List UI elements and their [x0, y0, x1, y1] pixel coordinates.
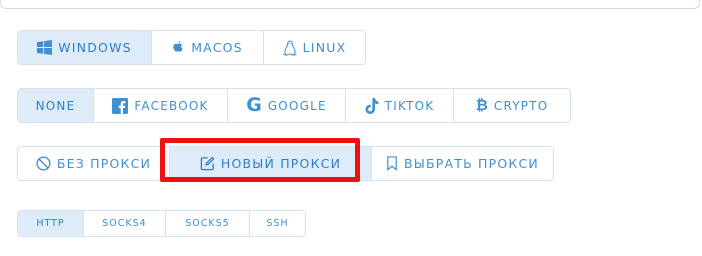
tiktok-icon [365, 97, 379, 114]
bookmark-icon [387, 156, 397, 171]
tab-macos[interactable]: MACOS [152, 31, 264, 64]
tab-no-proxy[interactable]: БЕЗ ПРОКСИ [18, 147, 170, 180]
proxy-selector: БЕЗ ПРОКСИ НОВЫЙ ПРОКСИ ВЫБРАТЬ ПРОКСИ [17, 146, 554, 181]
tab-facebook[interactable]: FACEBOOK [94, 89, 228, 122]
tab-none[interactable]: NONE [18, 89, 94, 122]
tab-new-proxy-label: НОВЫЙ ПРОКСИ [220, 156, 342, 171]
tab-ssh-label: SSH [266, 218, 289, 229]
tab-macos-label: MACOS [191, 40, 243, 55]
no-proxy-icon [36, 156, 51, 171]
tab-crypto[interactable]: ₿ CRYPTO [454, 89, 570, 122]
tab-crypto-label: CRYPTO [493, 98, 549, 113]
protocol-selector: HTTP SOCKS4 SOCKS5 SSH [17, 210, 306, 237]
tab-tiktok-label: TIKTOK [384, 98, 435, 113]
linux-icon [282, 40, 297, 56]
tab-tiktok[interactable]: TIKTOK [346, 89, 454, 122]
google-icon: G [246, 94, 262, 116]
facebook-icon [112, 97, 129, 114]
apple-icon [173, 41, 183, 52]
tab-facebook-label: FACEBOOK [134, 98, 209, 113]
bitcoin-icon: ₿ [475, 96, 488, 114]
tab-socks4[interactable]: SOCKS4 [84, 211, 166, 236]
windows-icon [37, 40, 53, 55]
tab-select-proxy[interactable]: ВЫБРАТЬ ПРОКСИ [372, 147, 553, 180]
profile-type-selector: NONE FACEBOOK G GOOGLE TIKTOK ₿ CRYPTO [17, 88, 571, 123]
tab-socks4-label: SOCKS4 [102, 218, 147, 229]
tab-none-label: NONE [35, 98, 76, 113]
tab-http[interactable]: HTTP [18, 211, 84, 236]
tab-socks5[interactable]: SOCKS5 [166, 211, 250, 236]
tab-ssh[interactable]: SSH [250, 211, 305, 236]
tab-windows[interactable]: WINDOWS [18, 31, 152, 64]
tab-socks5-label: SOCKS5 [185, 218, 230, 229]
tab-linux-label: LINUX [302, 40, 347, 55]
tab-google-label: GOOGLE [267, 98, 327, 113]
tab-google[interactable]: G GOOGLE [228, 89, 346, 122]
tab-windows-label: WINDOWS [58, 40, 132, 55]
tab-linux[interactable]: LINUX [264, 31, 365, 64]
tab-http-label: HTTP [36, 218, 65, 229]
top-input-frame [0, 0, 700, 9]
tab-select-proxy-label: ВЫБРАТЬ ПРОКСИ [404, 156, 539, 171]
os-selector: WINDOWS MACOS LINUX [17, 30, 366, 65]
tab-new-proxy[interactable]: НОВЫЙ ПРОКСИ [170, 147, 372, 180]
edit-icon [200, 156, 215, 171]
tab-no-proxy-label: БЕЗ ПРОКСИ [56, 156, 152, 171]
